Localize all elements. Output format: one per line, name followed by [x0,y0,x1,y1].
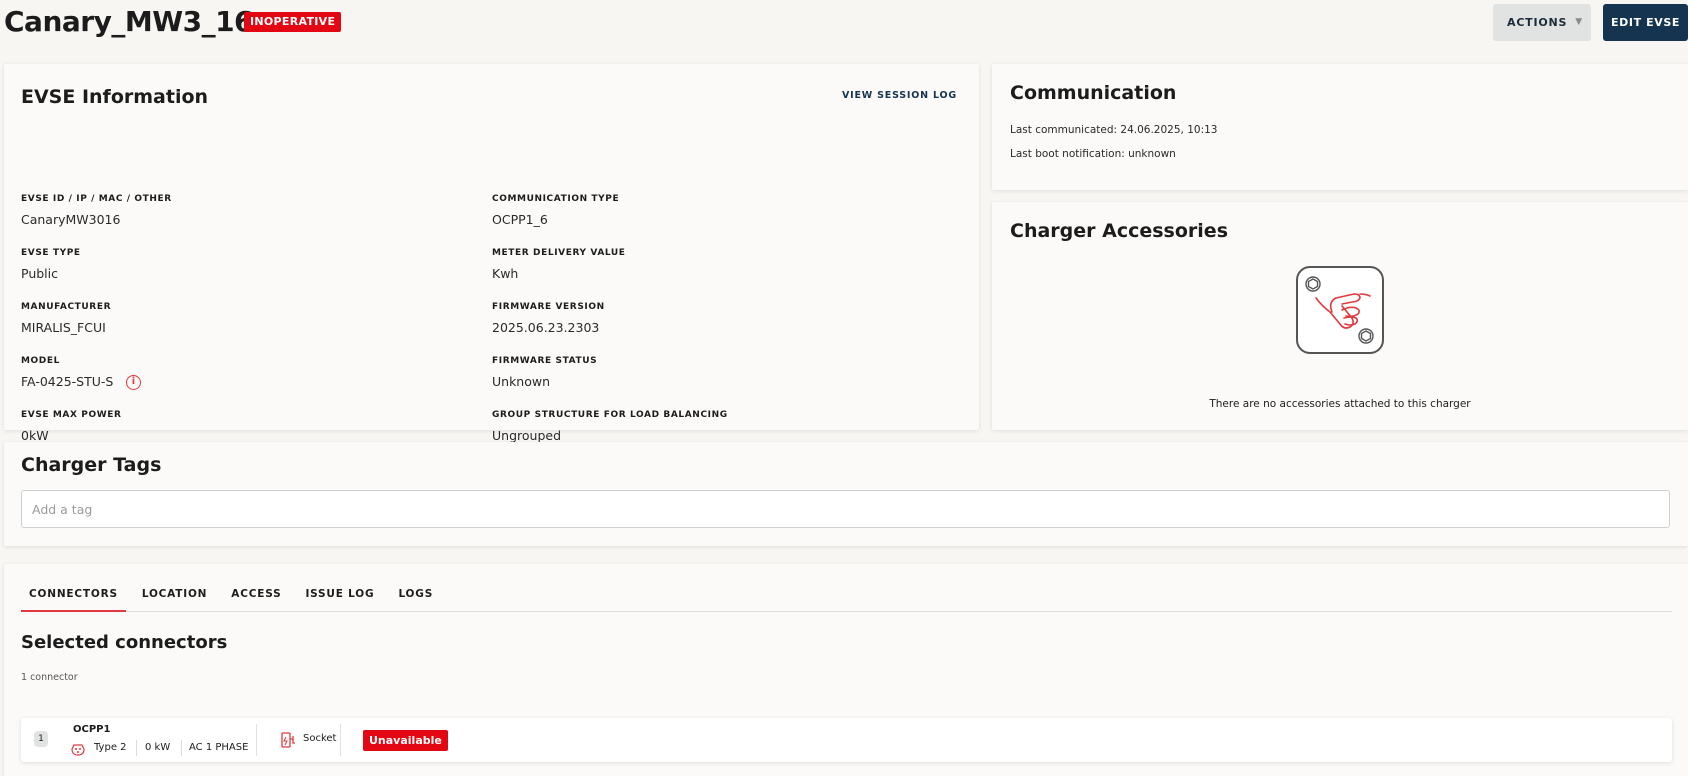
page-title: Canary_MW3_16 [4,5,254,38]
no-accessories-text: There are no accessories attached to thi… [1209,398,1471,410]
type2-plug-icon [71,744,85,756]
tab-connectors[interactable]: CONNECTORS [21,578,126,612]
evse-type-value: Public [21,266,58,281]
communication-type-label: COMMUNICATION TYPE [492,194,620,204]
manufacturer-label: MANUFACTURER [21,302,112,312]
divider [136,740,137,756]
divider [181,740,182,756]
connector-plug-type: Type 2 [94,742,127,753]
max-power-label: EVSE MAX POWER [21,410,122,420]
firmware-version-value: 2025.06.23.2303 [492,320,600,335]
divider [340,724,341,756]
firmware-version-label: FIRMWARE VERSION [492,302,605,312]
last-boot-text: Last boot notification: unknown [1010,148,1176,160]
connector-format: Socket [303,733,337,744]
meter-delivery-value: Kwh [492,266,519,281]
edit-evse-button[interactable]: EDIT EVSE [1603,4,1688,41]
view-session-log-link[interactable]: VIEW SESSION LOG [842,90,957,101]
wrench-hand-icon [1296,266,1384,354]
firmware-status-value: Unknown [492,374,551,389]
last-communicated-text: Last communicated: 24.06.2025, 10:13 [1010,124,1218,136]
socket-icon [281,732,295,748]
info-icon[interactable]: i [126,375,141,390]
connector-power: 0 kW [145,742,171,753]
divider [256,724,257,756]
meter-delivery-label: METER DELIVERY VALUE [492,248,626,258]
communication-title: Communication [1010,82,1177,104]
connectors-section-card: CONNECTORS LOCATION ACCESS ISSUE LOG LOG… [4,564,1688,776]
tab-location[interactable]: LOCATION [134,578,215,612]
max-power-value: 0kW [21,428,49,443]
tab-issue-log[interactable]: ISSUE LOG [297,578,382,612]
charger-tags-card: Charger Tags [4,442,1688,546]
charger-accessories-card: Charger Accessories There are no accesso… [992,202,1688,430]
evse-type-label: EVSE TYPE [21,248,81,258]
tab-logs[interactable]: LOGS [390,578,441,612]
actions-label: ACTIONS [1507,16,1568,29]
tab-access[interactable]: ACCESS [223,578,289,612]
connector-row[interactable]: 1 OCPP1 Type 2 0 kW AC 1 PHASE Socket Un… [21,718,1672,762]
add-tag-input[interactable] [21,490,1670,528]
charger-tags-title: Charger Tags [21,454,162,476]
firmware-status-label: FIRMWARE STATUS [492,356,598,366]
manufacturer-value: MIRALIS_FCUI [21,320,106,335]
connector-number: 1 [34,731,48,747]
evse-id-value: CanaryMW3016 [21,212,121,227]
status-badge: INOPERATIVE [244,12,342,32]
communication-type-value: OCPP1_6 [492,212,548,227]
group-structure-value: Ungrouped [492,428,562,443]
evse-information-title: EVSE Information [21,86,209,108]
communication-card: Communication Last communicated: 24.06.2… [992,64,1688,190]
connector-status-badge: Unavailable [363,730,448,751]
model-label: MODEL [21,356,60,366]
charger-accessories-title: Charger Accessories [1010,220,1228,242]
actions-dropdown-button[interactable]: ACTIONS ▼ [1493,4,1591,41]
connector-name: OCPP1 [73,724,111,735]
connector-phase: AC 1 PHASE [189,742,249,753]
connector-count: 1 connector [21,672,78,683]
evse-information-card: EVSE Information VIEW SESSION LOG EVSE I… [4,64,979,443]
tab-bar: CONNECTORS LOCATION ACCESS ISSUE LOG LOG… [21,578,1672,612]
selected-connectors-title: Selected connectors [21,632,228,653]
model-value: FA-0425-STU-S [21,374,114,389]
group-structure-label: GROUP STRUCTURE FOR LOAD BALANCING [492,410,728,420]
caret-down-icon: ▼ [1575,17,1583,27]
evse-id-label: EVSE ID / IP / MAC / OTHER [21,194,172,204]
